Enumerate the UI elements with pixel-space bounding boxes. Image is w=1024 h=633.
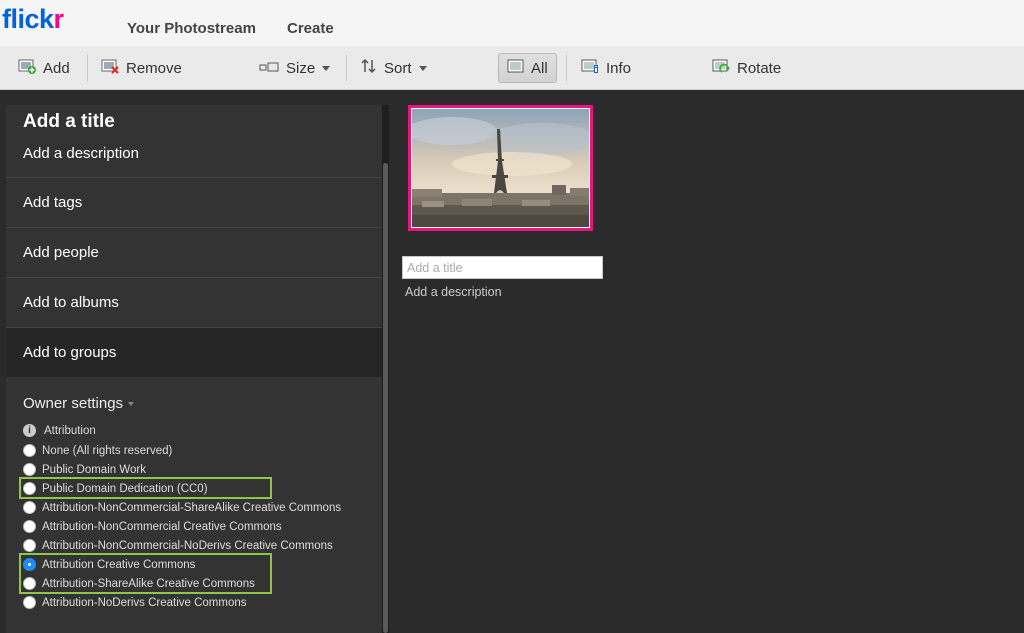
license-option-label: Public Domain Work — [42, 463, 146, 476]
add-to-albums-label: Add to albums — [23, 294, 119, 311]
photo-description-link[interactable]: Add a description — [405, 285, 502, 299]
panel-title-field[interactable]: Add a title — [23, 111, 115, 133]
all-label: All — [531, 59, 548, 77]
add-label: Add — [43, 59, 70, 77]
title-description-block: Add a title Add a description — [6, 105, 382, 177]
add-to-albums-section[interactable]: Add to albums — [6, 277, 382, 327]
size-dropdown[interactable]: Size — [259, 53, 331, 83]
info-label: Info — [606, 59, 632, 77]
add-button[interactable]: Add — [18, 53, 70, 83]
highlight-box — [19, 553, 272, 594]
remove-label: Remove — [126, 59, 182, 77]
top-header: flickr Your Photostream Create — [0, 0, 1024, 46]
rotate-icon — [712, 58, 730, 78]
size-label: Size — [286, 59, 316, 77]
photo-thumbnail[interactable] — [408, 105, 593, 231]
license-radio[interactable] — [23, 444, 36, 457]
select-all-button[interactable]: All — [498, 53, 557, 83]
sort-label: Sort — [384, 59, 412, 77]
sort-icon — [361, 58, 377, 77]
license-option[interactable]: None (All rights reserved) — [23, 442, 172, 459]
license-option[interactable]: Attribution-NonCommercial-ShareAlike Cre… — [23, 499, 341, 516]
license-radio[interactable] — [23, 501, 36, 514]
license-radio[interactable] — [23, 463, 36, 476]
add-tags-section[interactable]: Add tags — [6, 177, 382, 227]
license-option-label: Attribution-NonCommercial-ShareAlike Cre… — [42, 501, 342, 514]
add-to-groups-label: Add to groups — [23, 344, 117, 361]
add-photo-icon — [18, 58, 36, 78]
license-radio[interactable] — [23, 520, 36, 533]
license-option-label: None (All rights reserved) — [42, 444, 173, 457]
attribution-icon: i — [23, 424, 36, 437]
remove-button[interactable]: Remove — [101, 53, 182, 83]
logo-text-pink: r — [53, 4, 65, 34]
license-option-label: Attribution-NoDerivs Creative Commons — [42, 596, 247, 609]
panel-description-field[interactable]: Add a description — [23, 145, 139, 162]
license-option[interactable]: Attribution-NoDerivs Creative Commons — [23, 594, 247, 611]
eiffel-tower-photo — [412, 109, 589, 227]
license-option-label: Attribution-NonCommercial-NoDerivs Creat… — [42, 539, 333, 552]
attribution-label: Attribution — [44, 424, 96, 437]
license-radio[interactable] — [23, 539, 36, 552]
owner-settings-toggle[interactable]: Owner settings — [23, 395, 135, 412]
all-photos-icon — [507, 59, 524, 77]
chevron-down-icon — [128, 402, 135, 407]
add-people-label: Add people — [23, 244, 99, 261]
nav-your-photostream[interactable]: Your Photostream — [127, 20, 256, 37]
license-option-label: Attribution-NonCommercial Creative Commo… — [42, 520, 282, 533]
toolbar-divider — [87, 55, 88, 81]
info-button[interactable]: Info — [581, 53, 631, 83]
toolbar: Add Remove Size Sort All Info Rotate — [0, 46, 1024, 90]
license-radio[interactable] — [23, 596, 36, 609]
add-people-section[interactable]: Add people — [6, 227, 382, 277]
license-option[interactable]: Public Domain Work — [23, 461, 146, 478]
add-to-groups-section[interactable]: Add to groups — [6, 327, 382, 377]
rotate-label: Rotate — [737, 59, 782, 77]
remove-photo-icon — [101, 58, 119, 78]
rotate-button[interactable]: Rotate — [712, 53, 781, 83]
chevron-down-icon — [418, 65, 427, 71]
license-option[interactable]: Attribution-NonCommercial Creative Commo… — [23, 518, 282, 535]
license-option[interactable]: Attribution-NonCommercial-NoDerivs Creat… — [23, 537, 333, 554]
add-tags-label: Add tags — [23, 194, 83, 211]
attribution-heading: i Attribution — [23, 422, 96, 439]
size-icon — [259, 60, 279, 77]
photo-title-input[interactable] — [402, 256, 603, 279]
edit-panel: Add a title Add a description Add tags A… — [6, 105, 382, 633]
flickr-logo[interactable]: flickr — [2, 4, 64, 35]
chevron-down-icon — [322, 65, 331, 71]
owner-settings-label: Owner settings — [23, 395, 124, 412]
sort-dropdown[interactable]: Sort — [361, 53, 427, 83]
nav-create[interactable]: Create — [287, 20, 334, 37]
logo-text-blue: flick — [2, 4, 54, 34]
highlight-box — [19, 477, 272, 499]
panel-scrollbar[interactable] — [382, 105, 389, 633]
toolbar-divider — [566, 55, 567, 81]
info-icon — [581, 58, 599, 78]
scrollbar-thumb[interactable] — [383, 163, 388, 633]
toolbar-divider — [346, 55, 347, 81]
